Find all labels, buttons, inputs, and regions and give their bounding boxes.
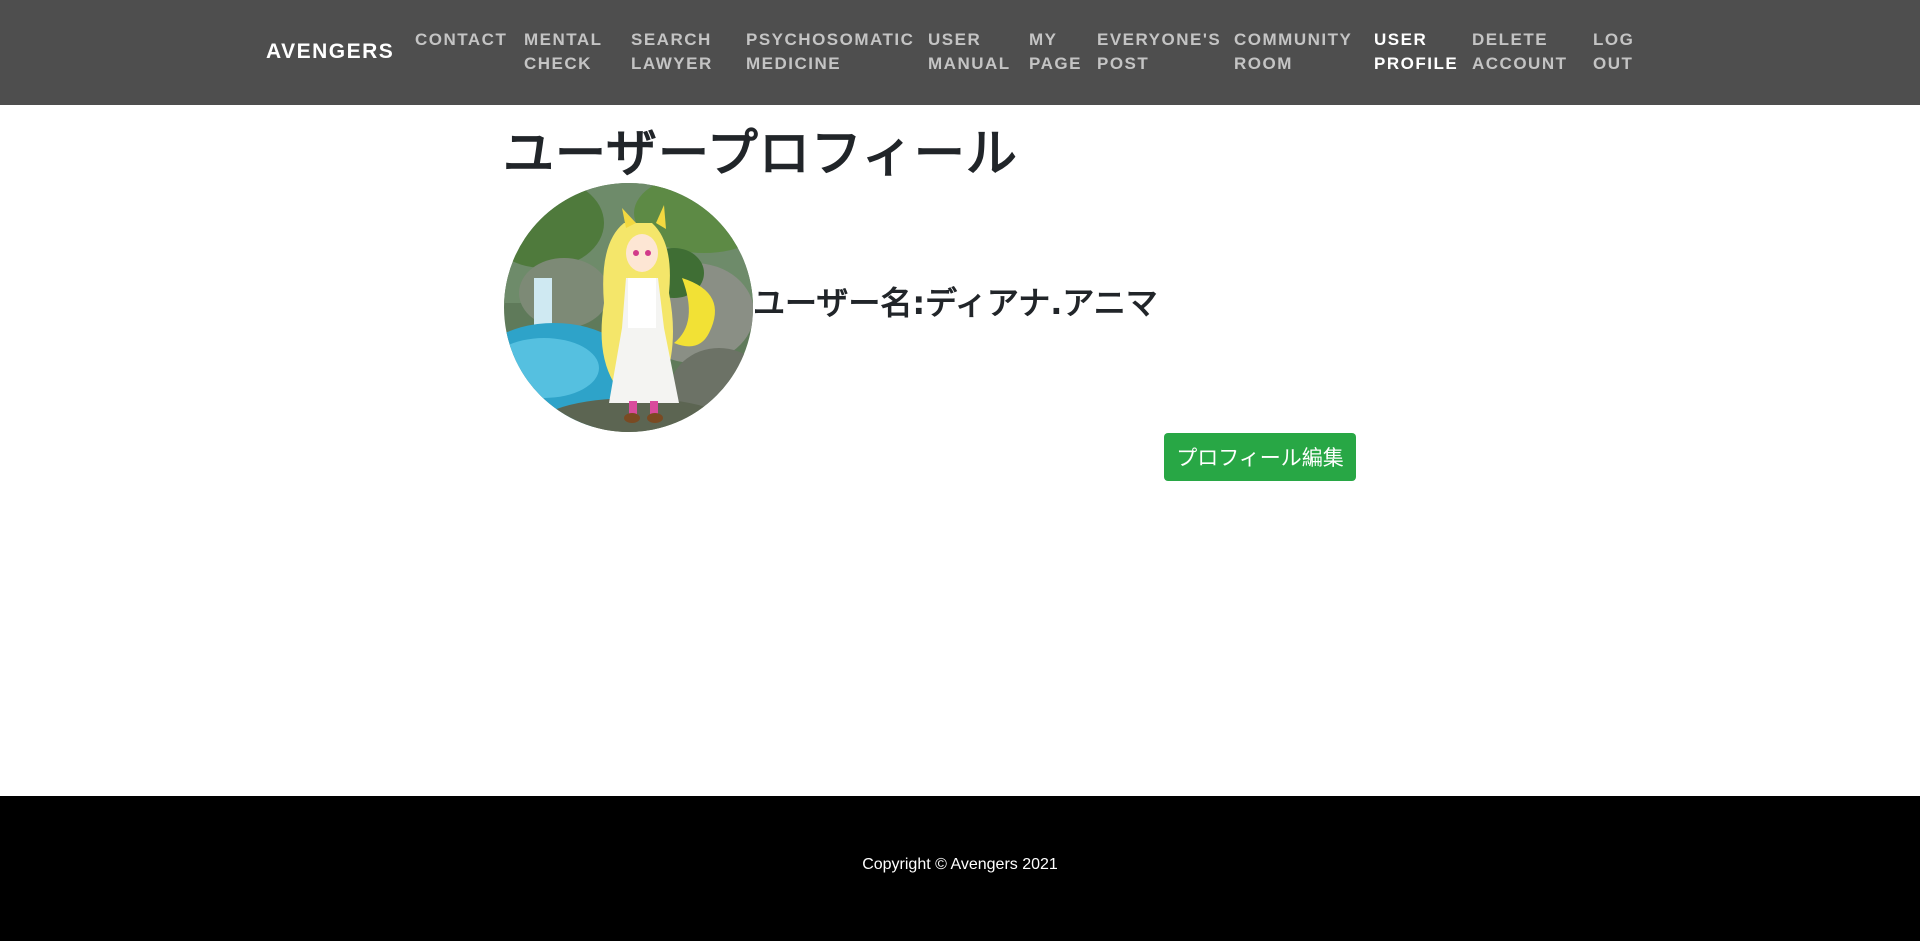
nav-label: SEARCH — [631, 30, 712, 49]
nav-label: DELETE — [1472, 30, 1549, 49]
top-navbar: AVENGERS CONTACT MENTAL CHECK SEARCH LAW… — [0, 0, 1920, 105]
nav-item-search-lawyer[interactable]: SEARCH LAWYER — [631, 28, 713, 76]
nav-label: ACCOUNT — [1472, 54, 1568, 73]
nav-item-delete-account[interactable]: DELETE ACCOUNT — [1472, 28, 1568, 76]
nav-label: USER — [928, 30, 982, 49]
brand-logo-link[interactable]: AVENGERS — [266, 40, 394, 64]
nav-label: LOG — [1593, 30, 1635, 49]
edit-profile-button[interactable]: プロフィール編集 — [1164, 433, 1356, 481]
nav-label: ROOM — [1234, 54, 1293, 73]
page-title: ユーザープロフィール — [503, 125, 1018, 184]
nav-label: MANUAL — [928, 54, 1011, 73]
nav-label: MEDICINE — [746, 54, 842, 73]
nav-item-my-page[interactable]: MY PAGE — [1029, 28, 1082, 76]
nav-label: POST — [1097, 54, 1150, 73]
avatar — [504, 183, 753, 432]
nav-label: PROFILE — [1374, 54, 1459, 73]
nav-item-user-profile[interactable]: USER PROFILE — [1374, 28, 1458, 76]
nav-item-contact[interactable]: CONTACT — [415, 28, 507, 52]
nav-label: OUT — [1593, 54, 1634, 73]
copyright-text: Copyright © Avengers 2021 — [862, 856, 1058, 873]
nav-label: LAWYER — [631, 54, 713, 73]
nav-item-log-out[interactable]: LOG OUT — [1593, 28, 1634, 76]
nav-label: EVERYONE'S — [1097, 30, 1222, 49]
nav-label: CHECK — [524, 54, 592, 73]
nav-label: MY — [1029, 30, 1058, 49]
avatar-illustration — [504, 183, 753, 432]
nav-label: CONTACT — [415, 30, 508, 49]
username-label: ユーザー名:ディアナ.アニマ — [753, 284, 1158, 322]
footer: Copyright © Avengers 2021 — [0, 796, 1920, 941]
nav-item-psychosomatic-medicine[interactable]: PSYCHOSOMATIC MEDICINE — [746, 28, 914, 76]
nav-label: COMMUNITY — [1234, 30, 1353, 49]
nav-label: PSYCHOSOMATIC — [746, 30, 915, 49]
nav-item-everyones-post[interactable]: EVERYONE'S POST — [1097, 28, 1221, 76]
nav-label: USER — [1374, 30, 1428, 49]
nav-label: PAGE — [1029, 54, 1082, 73]
nav-label: MENTAL — [524, 30, 603, 49]
nav-item-mental-check[interactable]: MENTAL CHECK — [524, 28, 603, 76]
nav-item-community-room[interactable]: COMMUNITY ROOM — [1234, 28, 1352, 76]
nav-item-user-manual[interactable]: USER MANUAL — [928, 28, 1011, 76]
